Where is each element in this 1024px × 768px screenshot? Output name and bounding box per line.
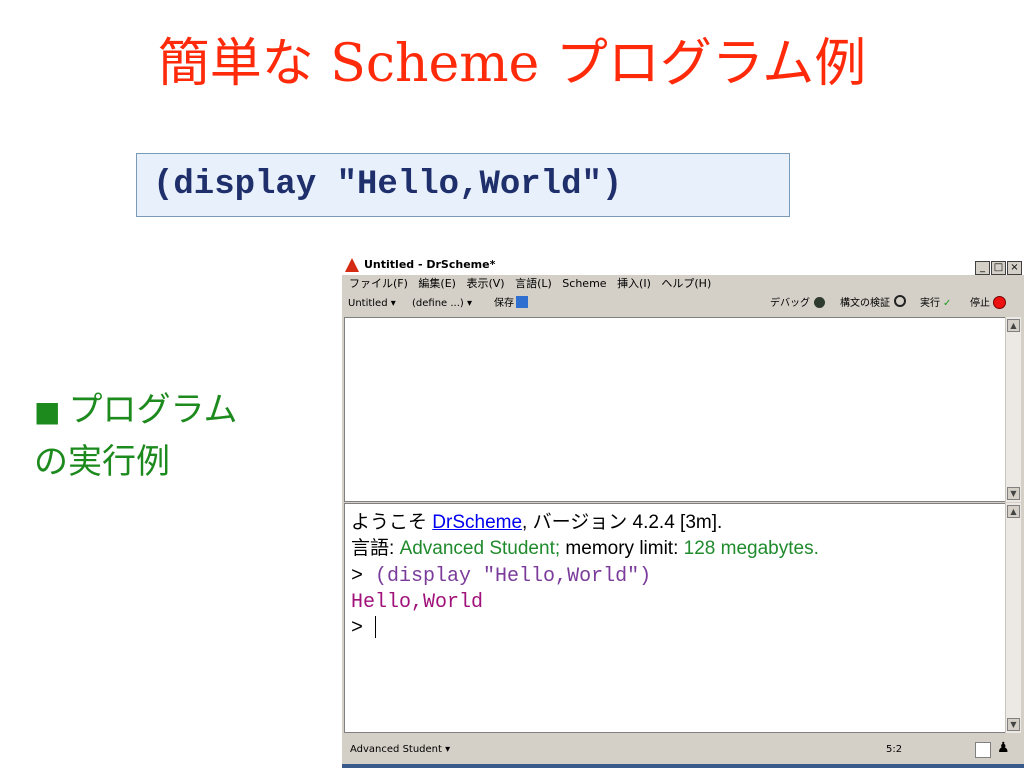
debug-button[interactable]: デバッグ [770, 292, 825, 316]
bullet-line-2: の実行例 [34, 442, 170, 482]
window-titlebar[interactable]: Untitled - DrScheme* _ □ × [342, 255, 1024, 275]
memory-label: memory limit: [565, 538, 679, 559]
scroll-down-arrow-icon[interactable]: ▼ [1007, 487, 1020, 500]
file-name-menu[interactable]: Untitled ▾ [348, 292, 396, 316]
status-checkbox[interactable] [975, 742, 991, 758]
toolbar: Untitled ▾ (define ...) ▾ 保存 デバッグ 構文の検証 … [342, 292, 1024, 316]
menu-edit[interactable]: 編集(E) [418, 277, 456, 290]
menu-scheme[interactable]: Scheme [562, 277, 606, 290]
bullet-line-1: プログラム [68, 390, 238, 430]
slide-title: 簡単な Scheme プログラム例 [157, 34, 867, 94]
check-syntax-button[interactable]: 構文の検証 [840, 292, 906, 316]
scroll-up-arrow-icon[interactable]: ▲ [1007, 505, 1020, 518]
check-syntax-label: 構文の検証 [840, 298, 890, 309]
memory-value: 128 megabytes. [683, 538, 819, 559]
run-label: 実行 [920, 298, 940, 309]
welcome-message: ようこそ DrScheme, バージョン 4.2.4 [3m]. 言語: Adv… [351, 510, 819, 562]
magnifier-icon [894, 295, 906, 307]
welcome-prefix: ようこそ [351, 512, 428, 533]
define-menu[interactable]: (define ...) ▾ [412, 292, 472, 316]
menu-insert[interactable]: 挿入(I) [617, 277, 651, 290]
prompt-symbol: > [351, 565, 364, 588]
stop-button[interactable]: 停止 [970, 292, 1006, 316]
scroll-up-arrow-icon[interactable]: ▲ [1007, 319, 1020, 332]
runner-icon: ✓ [943, 298, 952, 309]
floppy-icon [516, 296, 528, 308]
menu-help[interactable]: ヘルプ(H) [661, 277, 711, 290]
welcome-version-label: , バージョン [522, 512, 628, 533]
menu-bar: ファイル(F) 編集(E) 表示(V) 言語(L) Scheme 挿入(I) ヘ… [342, 275, 1024, 292]
repl-input-line: > (display "Hello,World") [351, 564, 651, 590]
run-button[interactable]: 実行 ✓ [920, 292, 951, 316]
interactions-window[interactable]: ようこそ DrScheme, バージョン 4.2.4 [3m]. 言語: Adv… [344, 503, 1007, 733]
bullet-text: ■ プログラム の実行例 [34, 385, 237, 487]
welcome-version: 4.2.4 [3m]. [632, 512, 723, 533]
walker-icon: ♟ [997, 740, 1010, 756]
window-controls: _ □ × [974, 257, 1022, 277]
repl-output: Hello,World [351, 591, 484, 614]
definitions-editor[interactable] [344, 317, 1007, 502]
language-label: 言語: [351, 538, 395, 559]
drscheme-link[interactable]: DrScheme [432, 512, 522, 533]
stop-label: 停止 [970, 298, 990, 309]
drscheme-window: Untitled - DrScheme* _ □ × ファイル(F) 編集(E) 表… [342, 255, 1024, 768]
close-button[interactable]: × [1007, 261, 1022, 275]
debug-label: デバッグ [770, 298, 810, 309]
save-button[interactable]: 保存 [494, 292, 528, 316]
drscheme-lambda-icon [345, 258, 359, 272]
save-label: 保存 [494, 298, 514, 309]
window-title: Untitled - DrScheme* [364, 258, 496, 271]
taskbar-strip [342, 764, 1024, 768]
text-cursor [375, 616, 377, 638]
menu-view[interactable]: 表示(V) [466, 277, 504, 290]
stop-icon [993, 296, 1006, 309]
repl-input: (display "Hello,World") [375, 565, 652, 588]
bug-icon [814, 297, 825, 308]
language-selector[interactable]: Advanced Student ▾ [350, 744, 450, 755]
bullet-square-icon: ■ [34, 395, 61, 428]
minimize-button[interactable]: _ [975, 261, 990, 275]
interactions-scrollbar[interactable]: ▲ ▼ [1005, 503, 1021, 733]
menu-file[interactable]: ファイル(F) [349, 277, 408, 290]
code-example-box: (display "Hello,World") [136, 153, 790, 217]
prompt-symbol-2: > [351, 617, 364, 640]
definitions-scrollbar[interactable]: ▲ ▼ [1005, 317, 1021, 502]
menu-language[interactable]: 言語(L) [515, 277, 552, 290]
scroll-down-arrow-icon[interactable]: ▼ [1007, 718, 1020, 731]
maximize-button[interactable]: □ [991, 261, 1006, 275]
repl-prompt-line[interactable]: > [351, 616, 377, 642]
cursor-position: 5:2 [886, 744, 903, 755]
language-name: Advanced Student; [399, 538, 561, 559]
